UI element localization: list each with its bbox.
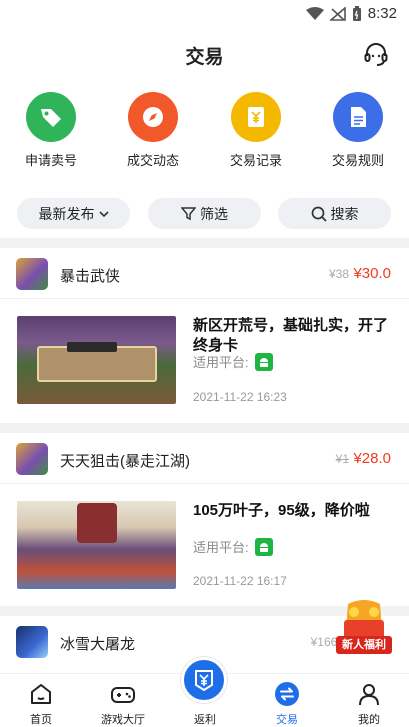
tab-trade[interactable]: 交易 bbox=[246, 674, 328, 727]
search-label: 搜索 bbox=[330, 205, 359, 222]
funnel-icon bbox=[181, 207, 196, 221]
row-separator bbox=[0, 483, 409, 484]
listing-title: 新区开荒号，基础扎实，开了终身卡 bbox=[193, 317, 389, 354]
tab-label: 我的 bbox=[358, 714, 380, 726]
compass-icon bbox=[128, 92, 178, 142]
sort-label: 最新发布 bbox=[38, 205, 95, 222]
chevron-down-icon bbox=[98, 210, 109, 217]
page-title: 交易 bbox=[185, 47, 224, 68]
listing-game-row[interactable]: 暴击武侠 ¥38 ¥30.0 bbox=[0, 249, 409, 299]
platform-label: 适用平台: bbox=[193, 355, 249, 370]
quick-action-trade-records[interactable]: 交易记录 bbox=[214, 92, 298, 169]
quick-action-trade-rules[interactable]: 交易规则 bbox=[316, 92, 400, 169]
original-price: ¥1 bbox=[335, 452, 349, 466]
quick-action-label: 成交动态 bbox=[126, 153, 179, 168]
game-icon bbox=[16, 258, 48, 290]
tab-label: 返利 bbox=[194, 714, 216, 726]
gamepad-icon bbox=[111, 687, 135, 703]
section-divider bbox=[0, 423, 409, 433]
quick-action-sell-account[interactable]: 申请卖号 bbox=[9, 92, 93, 169]
tab-mine[interactable]: 我的 bbox=[328, 674, 409, 727]
game-name: 暴击武侠 bbox=[60, 268, 121, 285]
tab-home[interactable]: 首页 bbox=[0, 674, 82, 727]
game-icon bbox=[16, 443, 48, 475]
listing-screenshot bbox=[17, 501, 176, 589]
home-icon bbox=[31, 684, 51, 704]
no-signal-icon bbox=[329, 6, 346, 21]
top-header: 交易 bbox=[0, 30, 409, 80]
listing-screenshot bbox=[17, 316, 176, 404]
search-icon bbox=[311, 206, 327, 222]
platform-label: 适用平台: bbox=[193, 540, 249, 555]
document-icon bbox=[333, 92, 383, 142]
filter-button[interactable]: 筛选 bbox=[148, 198, 261, 229]
exchange-icon bbox=[275, 682, 299, 706]
price: ¥30.0 bbox=[353, 265, 391, 282]
promo-label: 新人福利 bbox=[336, 636, 392, 654]
user-icon bbox=[359, 684, 379, 706]
original-price: ¥38 bbox=[328, 267, 349, 281]
new-user-promo[interactable]: 新人福利 bbox=[334, 598, 394, 660]
listing-title: 105万叶子，95级，降价啦 bbox=[193, 502, 370, 519]
game-name: 冰雪大屠龙 bbox=[60, 636, 136, 653]
yen-note-icon bbox=[231, 92, 281, 142]
tab-game-hall[interactable]: 游戏大厅 bbox=[82, 674, 164, 727]
tab-label: 首页 bbox=[30, 714, 52, 726]
android-icon bbox=[254, 537, 273, 556]
row-separator bbox=[0, 298, 409, 299]
quick-action-label: 申请卖号 bbox=[24, 153, 77, 168]
customer-service-icon[interactable] bbox=[363, 42, 389, 68]
section-divider bbox=[0, 238, 409, 248]
wifi-icon bbox=[305, 6, 324, 20]
rebate-center-button[interactable] bbox=[181, 657, 227, 703]
android-icon bbox=[254, 352, 273, 371]
filter-label: 筛选 bbox=[200, 205, 228, 222]
game-name: 天天狙击(暴走江湖) bbox=[60, 453, 190, 470]
clock: 8:32 bbox=[367, 5, 397, 22]
price: ¥28.0 bbox=[353, 450, 391, 467]
tag-icon bbox=[26, 92, 76, 142]
platform-row: 适用平台: bbox=[193, 537, 273, 556]
quick-action-label: 交易记录 bbox=[229, 153, 282, 168]
listing-time: 2021-11-22 16:23 bbox=[193, 390, 287, 404]
listing-detail[interactable]: 新区开荒号，基础扎实，开了终身卡 适用平台: 2021-11-22 16:23 bbox=[0, 316, 409, 416]
platform-row: 适用平台: bbox=[193, 352, 273, 371]
battery-icon bbox=[352, 5, 361, 21]
search-button[interactable]: 搜索 bbox=[278, 198, 391, 229]
listing-detail[interactable]: 105万叶子，95级，降价啦 适用平台: 2021-11-22 16:17 bbox=[0, 501, 409, 601]
quick-action-label: 交易规则 bbox=[331, 153, 384, 168]
tab-label: 游戏大厅 bbox=[101, 714, 145, 726]
quick-actions: 申请卖号 成交动态 交易记录 交易规则 bbox=[0, 92, 409, 172]
filter-bar: 最新发布 筛选 搜索 bbox=[0, 198, 409, 230]
quick-action-deal-feed[interactable]: 成交动态 bbox=[111, 92, 195, 169]
rebate-icon bbox=[195, 670, 213, 692]
sort-dropdown[interactable]: 最新发布 bbox=[17, 198, 130, 229]
listing-game-row[interactable]: 天天狙击(暴走江湖) ¥1 ¥28.0 bbox=[0, 434, 409, 484]
listing-time: 2021-11-22 16:17 bbox=[193, 574, 287, 588]
game-icon bbox=[16, 626, 48, 658]
tab-label: 交易 bbox=[276, 714, 298, 726]
status-bar: 8:32 bbox=[0, 0, 409, 28]
